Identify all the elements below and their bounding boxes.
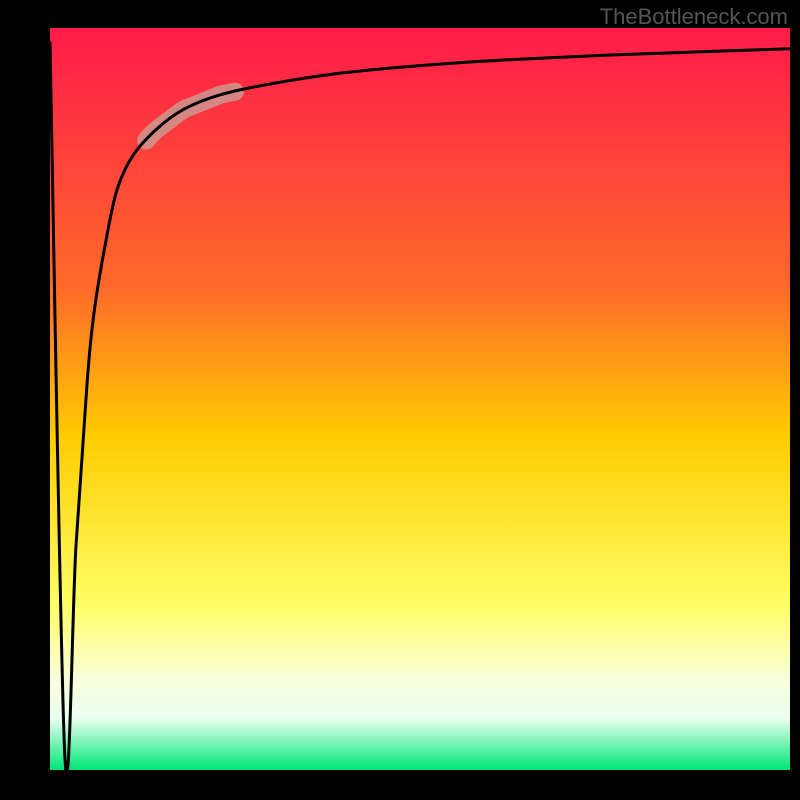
watermark-text: TheBottleneck.com — [600, 4, 788, 30]
chart-container: TheBottleneck.com — [0, 0, 800, 800]
chart-svg — [0, 0, 800, 800]
plot-area — [50, 28, 790, 770]
